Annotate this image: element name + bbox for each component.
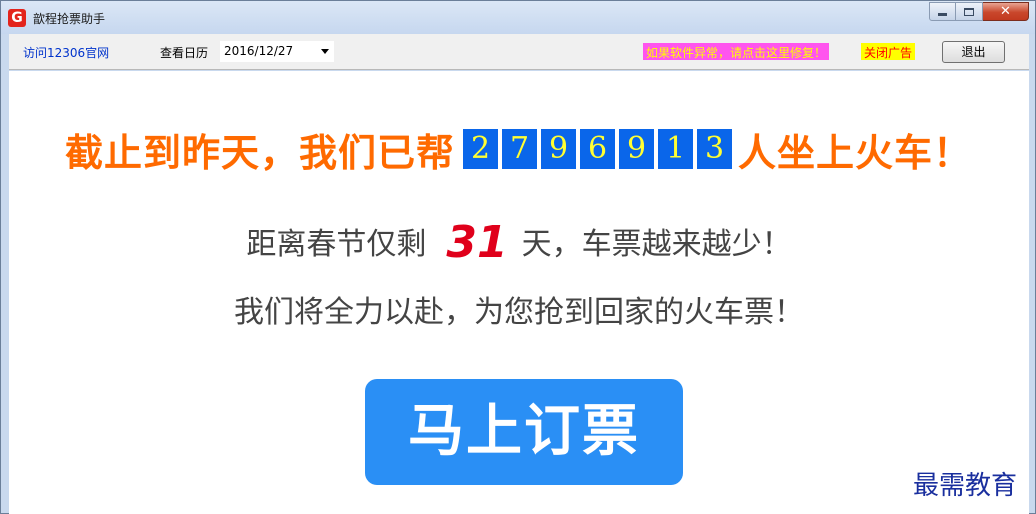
headline-suffix: 人坐上火车！ bbox=[738, 130, 973, 175]
window-controls: ✕ bbox=[929, 2, 1029, 21]
app-logo-icon: G bbox=[8, 9, 26, 27]
date-dropdown[interactable]: 2016/12/27 bbox=[220, 41, 334, 62]
ad-content-panel: 截止到昨天，我们已帮 2 7 9 6 9 1 3 人坐上火车！ 距离春节仅剩 31… bbox=[9, 71, 1029, 514]
maximize-icon bbox=[964, 7, 974, 16]
countdown-prefix: 距离春节仅剩 bbox=[246, 227, 427, 262]
counter-digit: 2 bbox=[463, 129, 499, 169]
counter-digit: 6 bbox=[580, 129, 616, 169]
slogan-text: 我们将全力以赴，为您抢到回家的火车票！ bbox=[234, 295, 804, 330]
book-now-button[interactable]: 马上订票 bbox=[365, 379, 683, 485]
close-ad-link[interactable]: 关闭广告 bbox=[861, 43, 916, 60]
counter-digit: 3 bbox=[697, 129, 733, 169]
title-bar[interactable]: G 歆程抢票助手 ✕ bbox=[1, 1, 1035, 34]
dropdown-arrow-icon[interactable] bbox=[321, 49, 329, 54]
maximize-button[interactable] bbox=[956, 2, 983, 21]
close-icon: ✕ bbox=[1000, 4, 1011, 19]
calendar-label: 查看日历 bbox=[160, 46, 209, 60]
counter-digit: 7 bbox=[502, 129, 538, 169]
toolbar: 访问12306官网 查看日历 2016/12/27 如果软件异常，请点击这里修复… bbox=[9, 34, 1029, 70]
countdown-text: 距离春节仅剩 31 天，车票越来越少！ bbox=[9, 217, 1029, 268]
minimize-icon bbox=[938, 13, 947, 16]
countdown-suffix: 天，车票越来越少！ bbox=[521, 227, 792, 262]
app-window: G 歆程抢票助手 ✕ 访问12306官网 查看日历 2016/12/27 如果软… bbox=[0, 0, 1036, 514]
visit-12306-link[interactable]: 访问12306官网 bbox=[23, 44, 109, 61]
close-button[interactable]: ✕ bbox=[983, 2, 1029, 21]
minimize-button[interactable] bbox=[929, 2, 956, 21]
counter-digit: 9 bbox=[541, 129, 577, 169]
counter-digit: 1 bbox=[658, 129, 694, 169]
exit-button[interactable]: 退出 bbox=[942, 41, 1005, 63]
passenger-counter: 2 7 9 6 9 1 3 bbox=[463, 129, 733, 169]
counter-digit: 9 bbox=[619, 129, 655, 169]
repair-link[interactable]: 如果软件异常，请点击这里修复！ bbox=[643, 43, 830, 60]
days-remaining: 31 bbox=[446, 217, 508, 268]
date-value: 2016/12/27 bbox=[224, 44, 294, 58]
window-title: 歆程抢票助手 bbox=[33, 12, 106, 26]
watermark-text: 最需教育 bbox=[913, 471, 1018, 501]
headline-prefix: 截止到昨天，我们已帮 bbox=[65, 130, 456, 175]
headline: 截止到昨天，我们已帮 2 7 9 6 9 1 3 人坐上火车！ bbox=[65, 123, 972, 175]
